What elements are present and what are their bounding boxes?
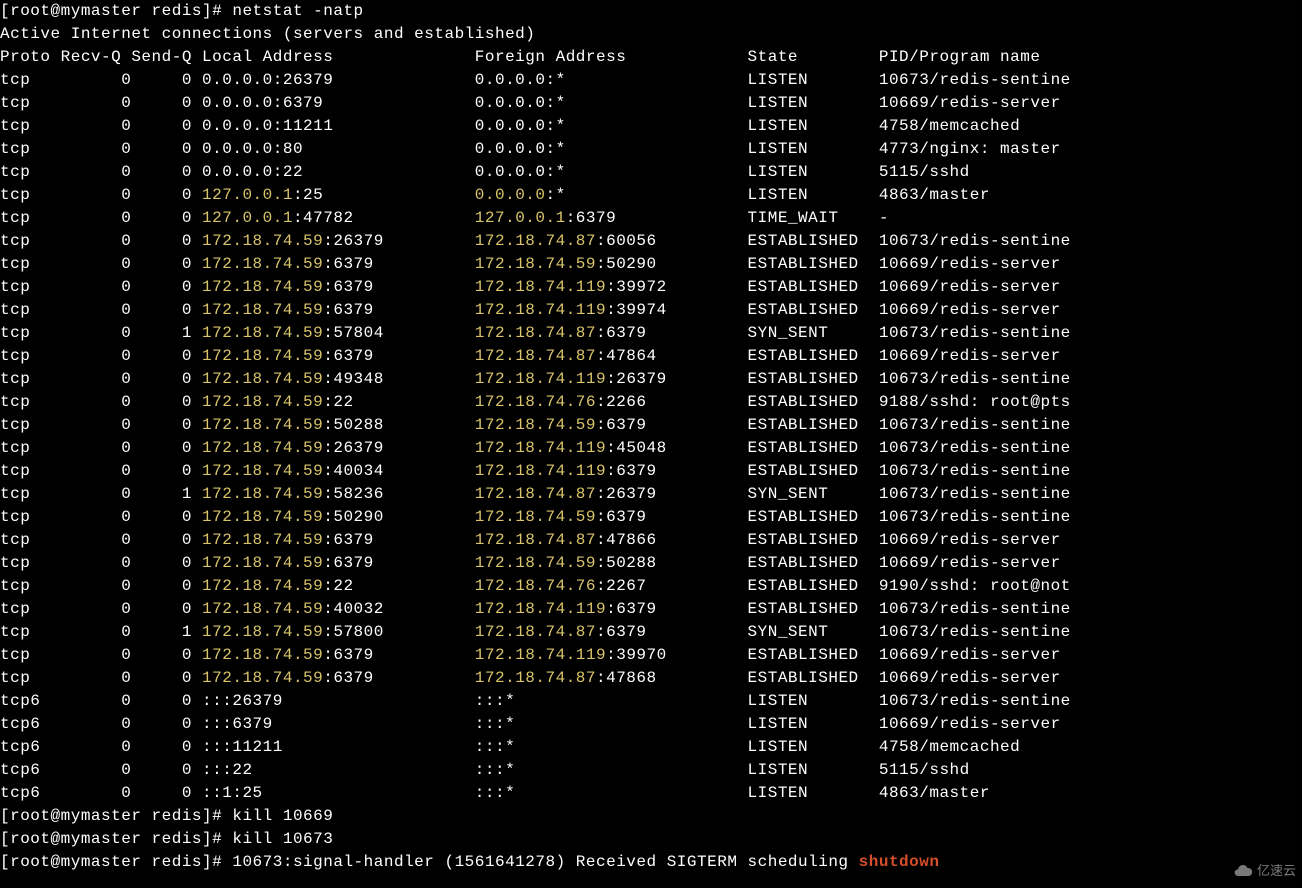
table-row: tcp 0 0 172.18.74.59:22 172.18.74.76:226… (0, 391, 1302, 414)
table-row: tcp 0 0 172.18.74.59:50288 172.18.74.59:… (0, 414, 1302, 437)
prompt-line[interactable]: [root@mymaster redis]# kill 10673 (0, 828, 1302, 851)
watermark-logo: 亿速云 (1233, 859, 1296, 882)
table-row: tcp 0 0 0.0.0.0:22 0.0.0.0:* LISTEN 5115… (0, 161, 1302, 184)
watermark-text: 亿速云 (1257, 859, 1296, 882)
cloud-icon (1233, 861, 1253, 881)
table-row: tcp 0 0 172.18.74.59:50290 172.18.74.59:… (0, 506, 1302, 529)
table-row: tcp 0 0 172.18.74.59:6379 172.18.74.87:4… (0, 667, 1302, 690)
prompt-line[interactable]: [root@mymaster redis]# netstat -natp (0, 0, 1302, 23)
prompt-line[interactable]: [root@mymaster redis]# kill 10669 (0, 805, 1302, 828)
table-row: tcp 0 0 172.18.74.59:40032 172.18.74.119… (0, 598, 1302, 621)
table-row: tcp 0 1 172.18.74.59:57804 172.18.74.87:… (0, 322, 1302, 345)
table-row: tcp 0 0 172.18.74.59:6379 172.18.74.119:… (0, 299, 1302, 322)
shutdown-word: shutdown (859, 853, 940, 871)
prompt-line[interactable]: [root@mymaster redis]# 10673:signal-hand… (0, 851, 1302, 874)
table-row: tcp 0 0 172.18.74.59:6379 172.18.74.119:… (0, 276, 1302, 299)
table-row: tcp6 0 0 :::26379 :::* LISTEN 10673/redi… (0, 690, 1302, 713)
table-row: tcp 0 0 0.0.0.0:80 0.0.0.0:* LISTEN 4773… (0, 138, 1302, 161)
table-row: tcp6 0 0 ::1:25 :::* LISTEN 4863/master (0, 782, 1302, 805)
table-row: tcp6 0 0 :::22 :::* LISTEN 5115/sshd (0, 759, 1302, 782)
table-row: tcp 0 1 172.18.74.59:58236 172.18.74.87:… (0, 483, 1302, 506)
table-row: tcp 0 0 172.18.74.59:6379 172.18.74.59:5… (0, 253, 1302, 276)
table-row: tcp 0 0 172.18.74.59:49348 172.18.74.119… (0, 368, 1302, 391)
table-row: tcp 0 0 172.18.74.59:6379 172.18.74.87:4… (0, 345, 1302, 368)
table-row: tcp 0 0 172.18.74.59:6379 172.18.74.87:4… (0, 529, 1302, 552)
table-row: tcp 0 0 172.18.74.59:40034 172.18.74.119… (0, 460, 1302, 483)
table-row: tcp6 0 0 :::6379 :::* LISTEN 10669/redis… (0, 713, 1302, 736)
table-row: tcp 0 0 172.18.74.59:22 172.18.74.76:226… (0, 575, 1302, 598)
table-row: tcp 0 0 127.0.0.1:25 0.0.0.0:* LISTEN 48… (0, 184, 1302, 207)
table-row: tcp 0 1 172.18.74.59:57800 172.18.74.87:… (0, 621, 1302, 644)
table-row: tcp 0 0 172.18.74.59:6379 172.18.74.59:5… (0, 552, 1302, 575)
terminal-output: [root@mymaster redis]# netstat -natpActi… (0, 0, 1302, 874)
table-row: tcp 0 0 127.0.0.1:47782 127.0.0.1:6379 T… (0, 207, 1302, 230)
table-header: Proto Recv-Q Send-Q Local Address Foreig… (0, 46, 1302, 69)
table-row: tcp 0 0 172.18.74.59:6379 172.18.74.119:… (0, 644, 1302, 667)
table-row: tcp 0 0 172.18.74.59:26379 172.18.74.87:… (0, 230, 1302, 253)
output-banner: Active Internet connections (servers and… (0, 23, 1302, 46)
table-row: tcp 0 0 0.0.0.0:11211 0.0.0.0:* LISTEN 4… (0, 115, 1302, 138)
table-row: tcp 0 0 172.18.74.59:26379 172.18.74.119… (0, 437, 1302, 460)
table-row: tcp6 0 0 :::11211 :::* LISTEN 4758/memca… (0, 736, 1302, 759)
table-row: tcp 0 0 0.0.0.0:26379 0.0.0.0:* LISTEN 1… (0, 69, 1302, 92)
table-row: tcp 0 0 0.0.0.0:6379 0.0.0.0:* LISTEN 10… (0, 92, 1302, 115)
